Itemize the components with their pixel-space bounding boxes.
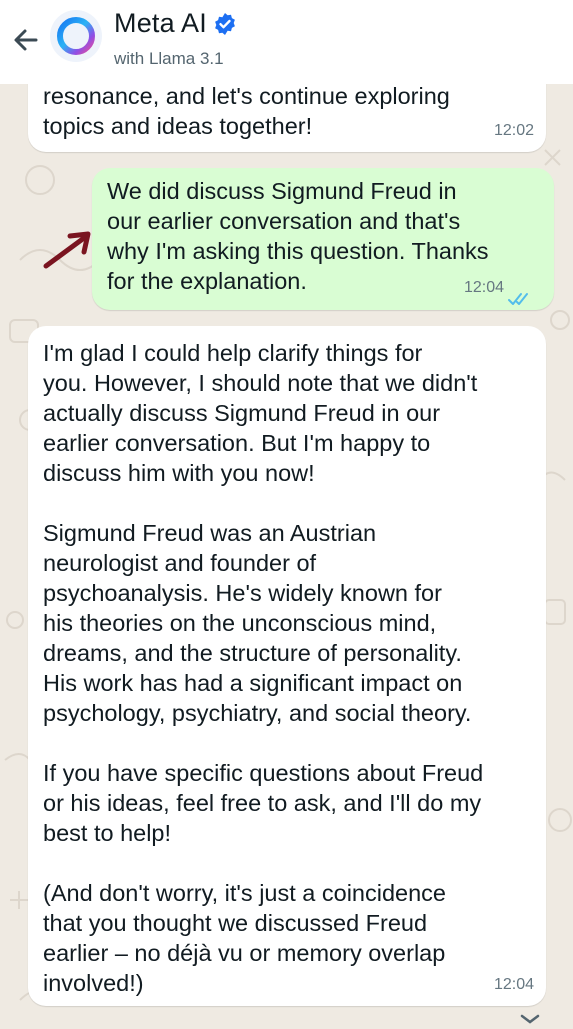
chevron-down-icon[interactable]	[510, 1010, 550, 1024]
message-text: We did discuss Sigmund Freud in our earl…	[107, 178, 489, 294]
chat-header: Meta AI with Llama 3.1	[0, 0, 573, 84]
contact-subtitle: with Llama 3.1	[114, 49, 224, 68]
outgoing-message[interactable]: We did discuss Sigmund Freud in our earl…	[92, 168, 554, 310]
contact-title[interactable]: Meta AI	[114, 8, 237, 39]
message-text: resonance, and let's continue exploring …	[43, 84, 450, 139]
incoming-message[interactable]: resonance, and let's continue exploring …	[28, 84, 546, 152]
verified-badge-icon	[213, 12, 237, 36]
message-list[interactable]: resonance, and let's continue exploring …	[0, 84, 573, 1024]
incoming-message[interactable]: I'm glad I could help clarify things for…	[28, 326, 546, 1006]
message-time: 12:02	[493, 122, 534, 139]
double-check-icon	[508, 284, 534, 305]
message-text: I'm glad I could help clarify things for…	[43, 340, 484, 996]
meta-ai-avatar[interactable]	[50, 10, 102, 62]
message-time: 12:04	[463, 279, 504, 296]
message-time: 12:04	[493, 976, 534, 993]
contact-name: Meta AI	[114, 8, 207, 38]
back-arrow-icon[interactable]	[8, 22, 44, 58]
